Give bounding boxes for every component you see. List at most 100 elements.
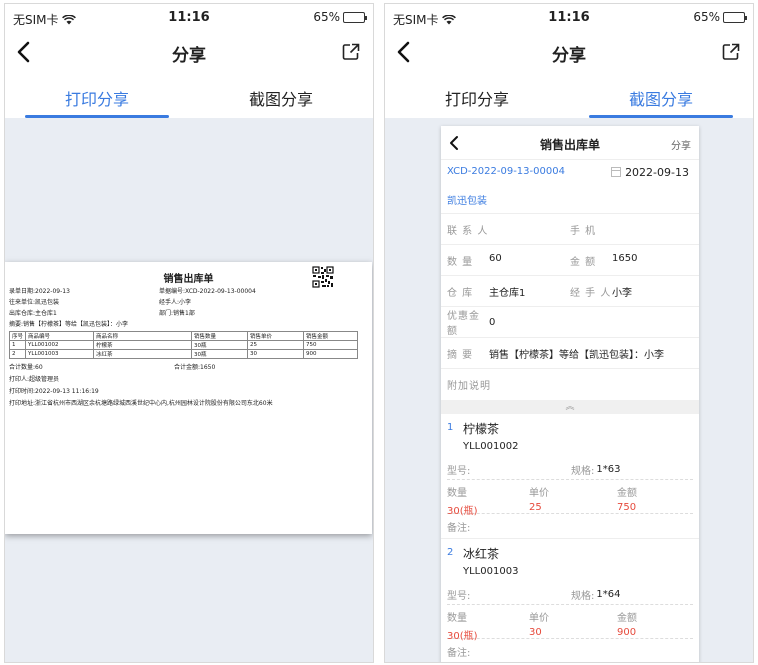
- print-department: 部门:销售1部: [159, 310, 195, 317]
- customer-name: 凯迅包装: [447, 196, 487, 207]
- card-header: 销售出库单 分享: [441, 126, 699, 160]
- discount-value: 0: [489, 316, 496, 328]
- preview-area: 销售出库单 录单日期:2022-09-13 单据编号:XCD-2022-09-13…: [5, 118, 373, 662]
- table-header-cell: 销售数量: [191, 331, 249, 341]
- status-bar: 无SIM卡 11:16 65%: [385, 4, 753, 32]
- item-qty: 30(瓶): [447, 631, 478, 642]
- battery-percent: 65%: [313, 10, 340, 24]
- item-note: 备注:: [447, 647, 471, 659]
- table-cell: 900: [303, 349, 358, 359]
- handler-value: 小李: [612, 287, 632, 299]
- table-header-cell: 销售单价: [247, 331, 305, 341]
- summary-row: 摘 要 销售【柠檬茶】等给【凯迅包装】：小李: [441, 338, 699, 369]
- item-amount: 900: [617, 627, 637, 638]
- print-customer: 往来单位:凯迅包装: [9, 299, 60, 306]
- print-total-amount: 合计金额:1650: [174, 364, 216, 371]
- print-date: 录单日期:2022-09-13: [9, 288, 70, 295]
- tab-screenshot-share[interactable]: 截图分享: [569, 76, 753, 118]
- print-items-table: 序号 商品编号 商品名称 销售数量 销售单价 销售金额 1 YLL001002 …: [8, 331, 358, 359]
- price-header: 单价: [529, 613, 549, 624]
- table-header-cell: 序号: [8, 331, 27, 341]
- list-item: 1 柠檬茶 YLL001002 型号: 规格: 1*63 数量 30(瓶) 单价 2…: [441, 414, 699, 538]
- model-label: 型号:: [447, 591, 471, 602]
- table-cell: YLL001003: [25, 349, 95, 359]
- calendar-icon: [611, 167, 622, 177]
- card-share-text: 分享: [671, 141, 691, 152]
- table-cell: 30瓶: [191, 340, 249, 350]
- extra-note-label: 附加说明: [447, 381, 491, 392]
- item-code: YLL001003: [463, 566, 519, 577]
- spec-value: 1*63: [596, 464, 621, 475]
- item-code: YLL001002: [463, 441, 519, 452]
- share-tabs: 打印分享 截图分享: [385, 76, 753, 118]
- collapse-toggle: ︽: [441, 400, 699, 414]
- phone-print-share: 无SIM卡 11:16 65% 分享 打印分享 截图分享 销售出库单 录单日期:…: [4, 3, 374, 663]
- print-summary: 摘要:销售【柠檬茶】等给【凯迅包装】：小李: [9, 321, 129, 328]
- amount-value: 1650: [612, 252, 638, 264]
- handler-label: 经 手 人: [570, 287, 612, 299]
- table-header-cell: 商品编号: [25, 331, 95, 341]
- battery-icon: [343, 11, 367, 23]
- table-header-row: 序号 商品编号 商品名称 销售数量 销售单价 销售金额: [8, 331, 358, 341]
- page-title: 分享: [552, 46, 586, 66]
- nav-bar: 分享: [385, 32, 753, 72]
- spec-value: 1*64: [596, 589, 621, 600]
- battery-indicator: 65%: [693, 10, 747, 24]
- amount-label: 金 额: [570, 256, 597, 268]
- print-preview-paper: 销售出库单 录单日期:2022-09-13 单据编号:XCD-2022-09-13…: [5, 262, 372, 534]
- qty-header: 数量: [447, 488, 467, 499]
- discount-row: 优惠金额 0: [441, 307, 699, 338]
- item-name: 柠檬茶: [463, 422, 500, 436]
- battery-indicator: 65%: [313, 10, 367, 24]
- print-doc-no: 单据编号:XCD-2022-09-13-00004: [159, 288, 256, 295]
- table-row: 1 YLL001002 柠檬茶 30瓶 25 750: [8, 340, 358, 350]
- print-printer: 打印人:超级管理员: [9, 375, 60, 383]
- print-address: 打印地址:浙江省杭州市西湖区余杭塘路绿城西溪世纪中心内,杭州园林设计院股份有限公…: [9, 399, 273, 407]
- table-cell: YLL001002: [25, 340, 95, 350]
- battery-icon: [723, 11, 747, 23]
- nav-bar: 分享: [5, 32, 373, 72]
- table-cell: 30: [247, 349, 305, 359]
- print-handler: 经手人:小李: [159, 299, 192, 306]
- table-cell: 2: [8, 349, 27, 359]
- item-index: 1: [447, 422, 454, 433]
- doc-number: XCD-2022-09-13-00004: [447, 166, 565, 177]
- share-tabs: 打印分享 截图分享: [5, 76, 373, 118]
- contact-row: 联 系 人 手 机: [441, 214, 699, 245]
- table-cell: 1: [8, 340, 27, 350]
- warehouse-value: 主仓库1: [489, 287, 526, 299]
- qty-label: 数 量: [447, 256, 474, 268]
- share-export-icon[interactable]: [721, 42, 741, 62]
- table-cell: 25: [247, 340, 305, 350]
- status-bar: 无SIM卡 11:16 65%: [5, 4, 373, 32]
- battery-percent: 65%: [693, 10, 720, 24]
- item-index: 2: [447, 547, 454, 558]
- amount-header: 金额: [617, 613, 637, 624]
- tab-print-share[interactable]: 打印分享: [385, 76, 569, 118]
- doc-date: 2022-09-13: [625, 166, 689, 179]
- card-title: 销售出库单: [539, 138, 600, 152]
- list-item: 2 冰红茶 YLL001003 型号: 规格: 1*64 数量 30(瓶) 单价 3…: [441, 538, 699, 662]
- table-cell: 750: [303, 340, 358, 350]
- warehouse-label: 仓 库: [447, 287, 474, 299]
- table-header-cell: 商品名称: [93, 331, 193, 341]
- qr-code-icon: [312, 266, 334, 288]
- summary-label: 摘 要: [447, 349, 474, 361]
- share-export-icon[interactable]: [341, 42, 361, 62]
- table-row: 2 YLL001003 冰红茶 30瓶 30 900: [8, 349, 358, 359]
- print-warehouse: 出库仓库:主仓库1: [9, 310, 57, 317]
- screenshot-preview-card: 销售出库单 分享 XCD-2022-09-13-00004 2022-09-13…: [441, 126, 699, 662]
- item-price: 30: [529, 627, 542, 638]
- print-total-qty: 合计数量:60: [9, 364, 43, 371]
- phone-label: 手 机: [570, 225, 597, 237]
- phone-screenshot-share: 无SIM卡 11:16 65% 分享 打印分享 截图分享 销售出库单 分享 XC…: [384, 3, 754, 663]
- page-title: 分享: [172, 46, 206, 66]
- qty-value: 60: [489, 252, 502, 264]
- item-price: 25: [529, 502, 542, 513]
- price-header: 单价: [529, 488, 549, 499]
- tab-screenshot-share[interactable]: 截图分享: [189, 76, 373, 118]
- table-cell: 30瓶: [191, 349, 249, 359]
- spec-label: 规格:: [571, 466, 595, 477]
- spec-label: 规格:: [571, 591, 595, 602]
- tab-print-share[interactable]: 打印分享: [5, 76, 189, 118]
